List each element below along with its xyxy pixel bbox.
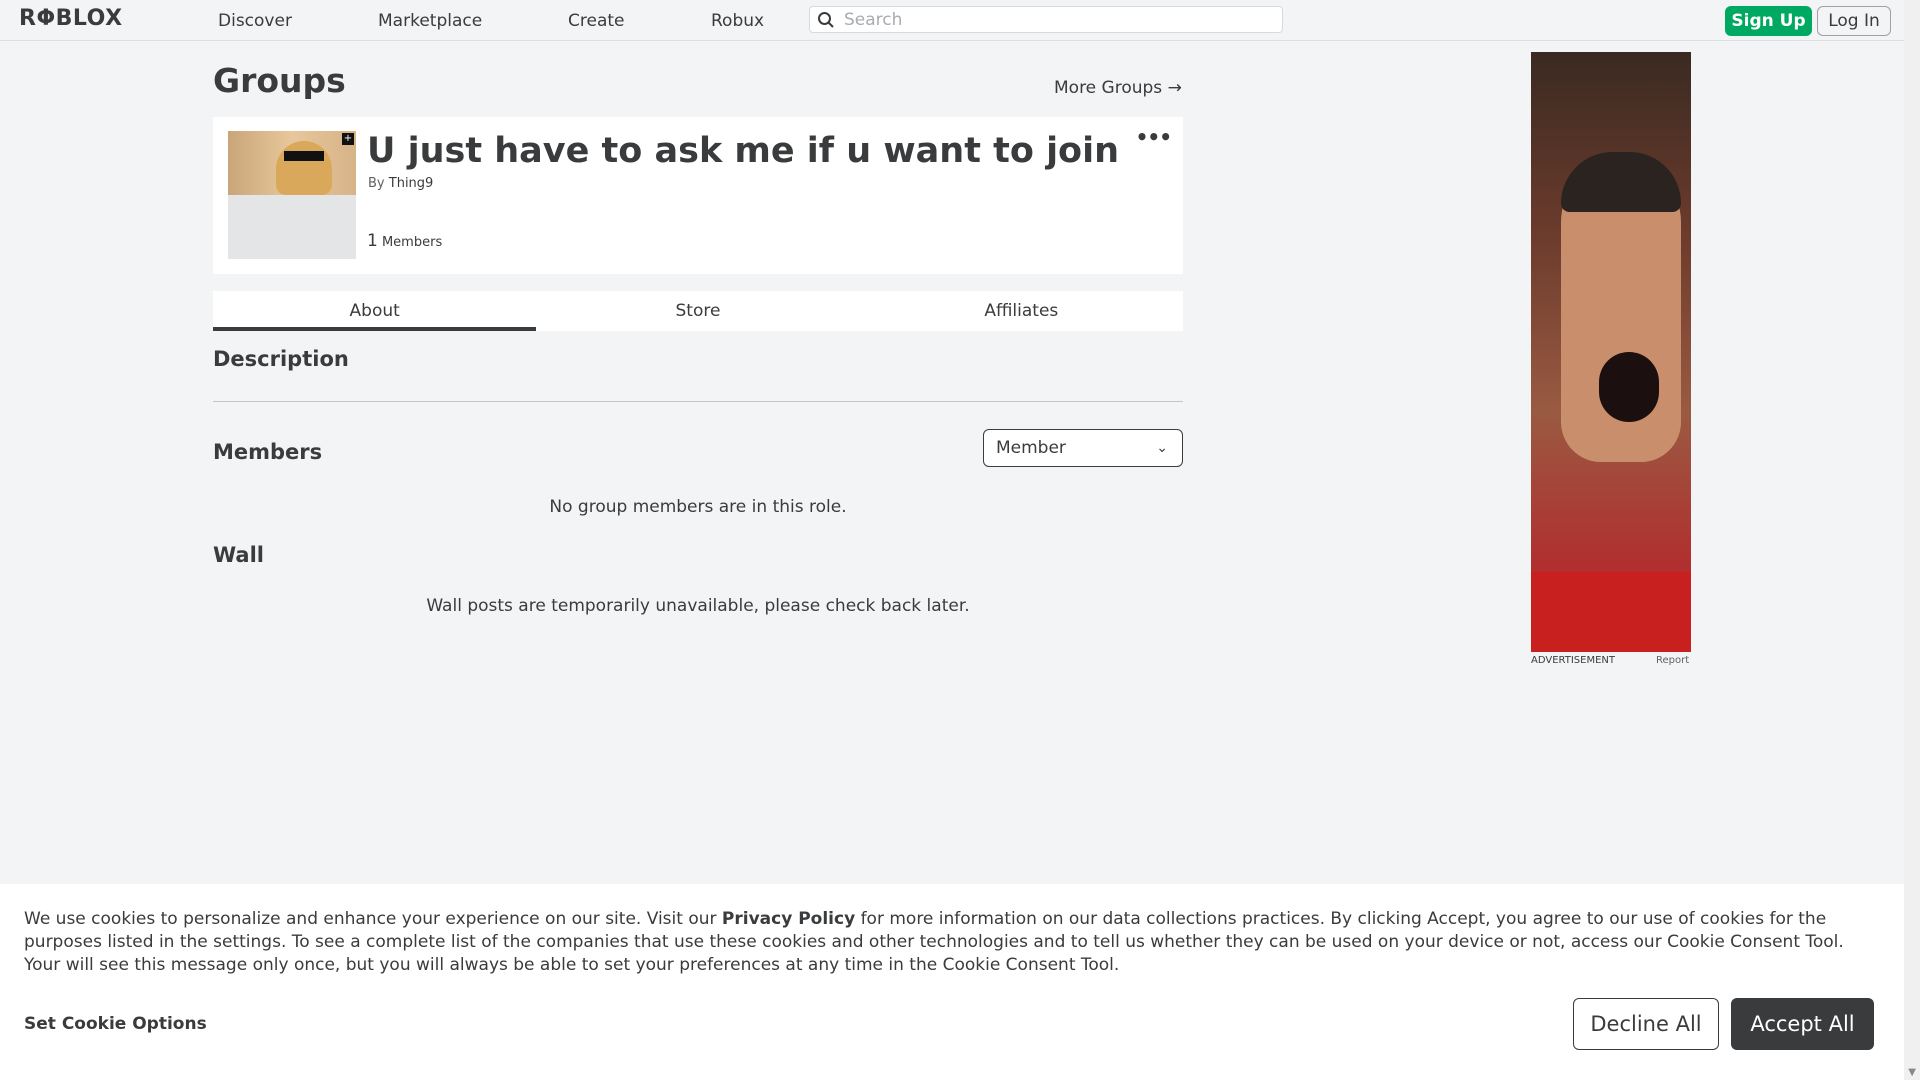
set-cookie-options-link[interactable]: Set Cookie Options <box>24 1014 207 1034</box>
more-options-icon[interactable]: ••• <box>1136 125 1172 149</box>
by-label: By <box>368 176 385 191</box>
wall-unavailable-message: Wall posts are temporarily unavailable, … <box>426 596 970 616</box>
group-member-count: 1 Members <box>367 231 442 251</box>
cookie-consent-banner: We use cookies to personalize and enhanc… <box>0 884 1904 1080</box>
description-heading: Description <box>213 347 349 371</box>
ad-hair-image <box>1561 152 1681 212</box>
tab-store[interactable]: Store <box>536 291 859 331</box>
role-selected-value: Member <box>996 438 1066 458</box>
group-name: U just have to ask me if u want to join <box>367 131 1120 171</box>
nav-marketplace[interactable]: Marketplace <box>378 11 482 31</box>
members-heading: Members <box>213 440 323 464</box>
members-label: Members <box>381 235 443 250</box>
group-tabs: About Store Affiliates <box>213 291 1183 331</box>
group-header-card: + U just have to ask me if u want to joi… <box>213 117 1183 274</box>
advertisement-label: ADVERTISEMENT <box>1531 655 1616 666</box>
scroll-down-arrow-icon[interactable]: ▼ <box>1908 1067 1916 1078</box>
owner-link[interactable]: Thing9 <box>389 176 434 191</box>
emblem-badge-icon: + <box>342 133 354 145</box>
nav-create[interactable]: Create <box>568 11 625 31</box>
tab-affiliates[interactable]: Affiliates <box>860 291 1183 331</box>
roblox-logo[interactable]: RΦBLOX <box>19 6 123 31</box>
sign-up-button[interactable]: Sign Up <box>1725 6 1812 36</box>
cookie-text-before: We use cookies to personalize and enhanc… <box>24 909 722 929</box>
top-navigation-bar: RΦBLOX Discover Marketplace Create Robux… <box>0 0 1904 41</box>
page-title: Groups <box>213 61 346 100</box>
group-emblem-image: + <box>228 131 356 259</box>
ad-shirt-image <box>1531 572 1691 652</box>
ad-mouth-image <box>1599 352 1659 422</box>
page-scrollbar[interactable]: ▼ <box>1904 0 1920 1080</box>
wall-heading: Wall <box>213 543 264 567</box>
privacy-policy-link[interactable]: Privacy Policy <box>722 909 855 929</box>
doge-image <box>276 141 332 195</box>
search-icon <box>818 12 834 28</box>
section-divider <box>213 401 1183 402</box>
tab-about[interactable]: About <box>213 291 537 331</box>
member-count-value: 1 <box>367 231 378 251</box>
nav-discover[interactable]: Discover <box>218 11 292 31</box>
nav-robux[interactable]: Robux <box>711 11 764 31</box>
search-input[interactable] <box>842 9 1266 31</box>
log-in-button[interactable]: Log In <box>1817 6 1891 36</box>
members-empty-message: No group members are in this role. <box>549 497 847 517</box>
report-ad-link[interactable]: Report <box>1656 655 1689 666</box>
cookie-message: We use cookies to personalize and enhanc… <box>24 908 1884 977</box>
group-owner: By Thing9 <box>368 176 433 191</box>
decline-all-button[interactable]: Decline All <box>1573 998 1719 1050</box>
role-dropdown[interactable]: Member ⌄ <box>983 429 1183 467</box>
advertisement-banner[interactable] <box>1531 52 1691 652</box>
search-box[interactable] <box>809 6 1283 33</box>
accept-all-button[interactable]: Accept All <box>1731 998 1874 1050</box>
more-groups-link[interactable]: More Groups → <box>1054 78 1182 98</box>
pixel-sunglasses <box>284 151 324 161</box>
chevron-down-icon: ⌄ <box>1156 440 1168 456</box>
